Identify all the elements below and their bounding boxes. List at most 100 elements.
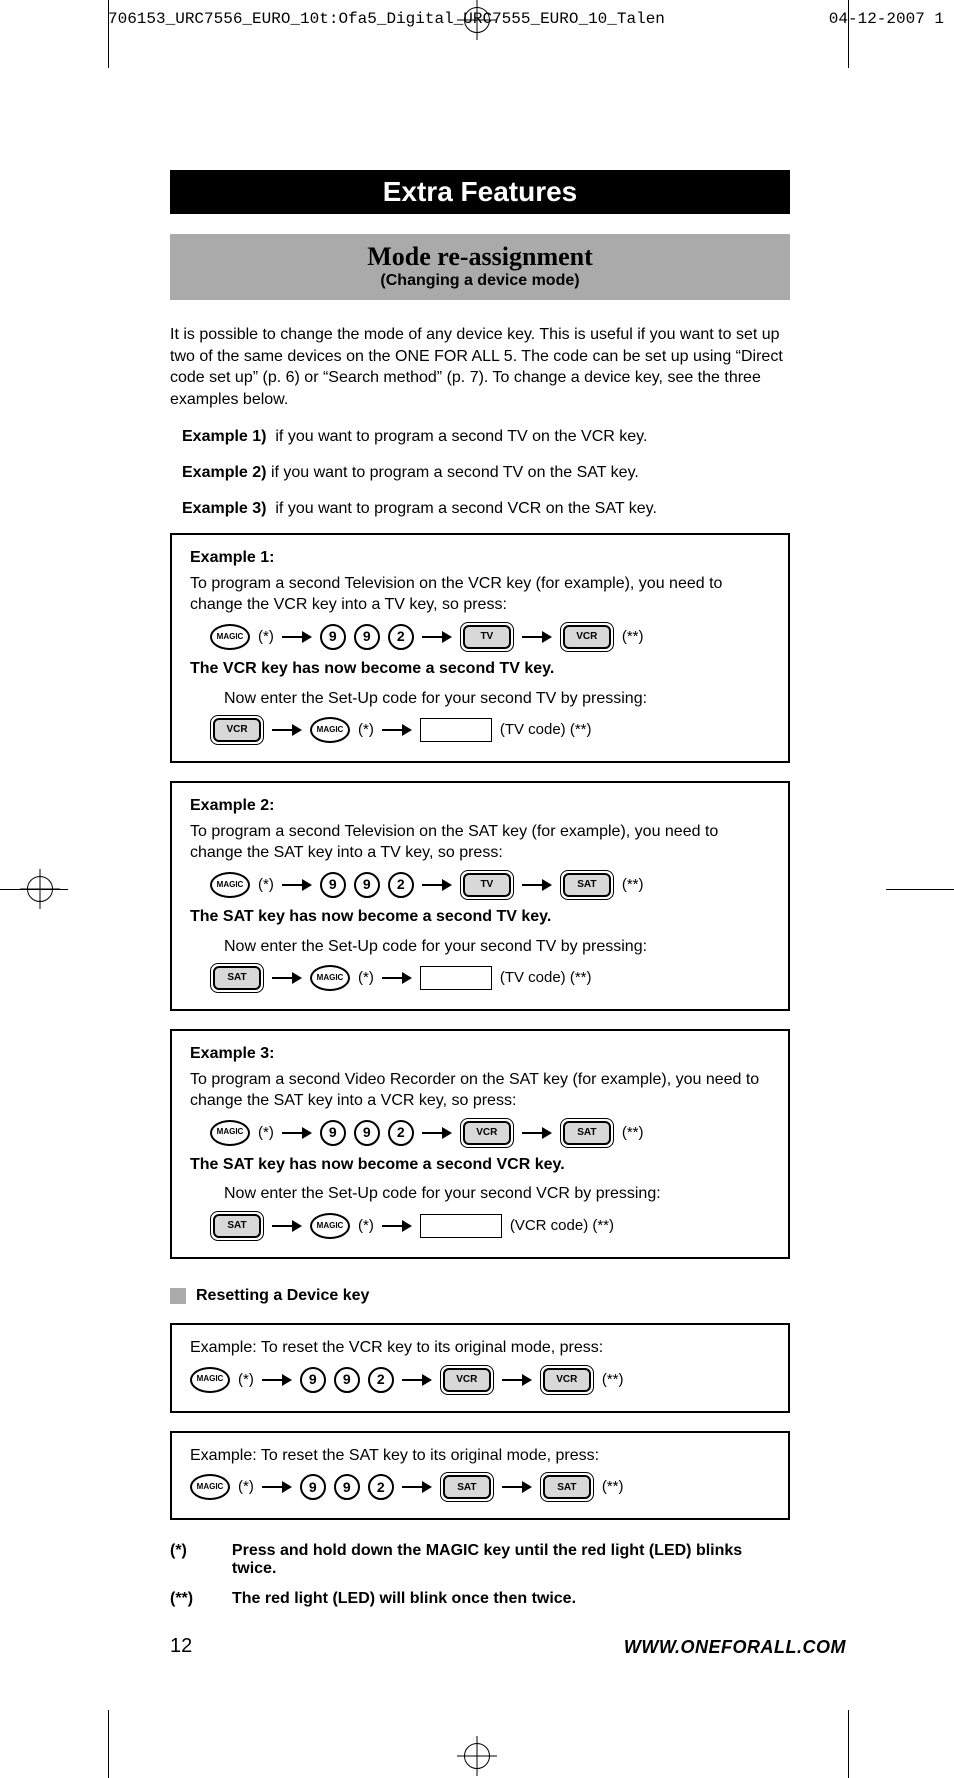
vcr-key-icon: VCR <box>460 1118 514 1148</box>
vcr-key-icon: VCR <box>440 1365 494 1395</box>
example-1-seq-2: VCR (*) (TV code) (**) <box>190 715 770 745</box>
example-2-title: Example 2: <box>190 795 770 817</box>
digit-9-key: 9 <box>334 1474 360 1500</box>
example-3-box: Example 3: To program a second Video Rec… <box>170 1029 790 1259</box>
example-1-result: The VCR key has now become a second TV k… <box>190 658 770 680</box>
digit-9-key: 9 <box>320 1120 346 1146</box>
digit-9-key: 9 <box>354 624 380 650</box>
footnote-double-star: (**) The red light (LED) will blink once… <box>170 1590 790 1608</box>
magic-key-icon <box>210 872 250 898</box>
footnote-text: The red light (LED) will blink once then… <box>232 1590 576 1608</box>
tv-key-icon: TV <box>460 622 514 652</box>
code-label: (TV code) (**) <box>500 968 592 988</box>
sat-key-icon: SAT <box>560 1118 614 1148</box>
magic-key-icon <box>210 624 250 650</box>
sat-key-icon: SAT <box>440 1472 494 1502</box>
arrow-icon <box>502 1374 532 1386</box>
star-note: (*) <box>258 1123 274 1143</box>
star-note: (*) <box>358 968 374 988</box>
example-1-line: Example 1) if you want to program a seco… <box>170 426 790 448</box>
example-1-title: Example 1: <box>190 547 770 569</box>
sat-key-icon: SAT <box>210 1211 264 1241</box>
square-bullet-icon <box>170 1288 186 1304</box>
double-star-note: (**) <box>622 627 644 647</box>
arrow-icon <box>402 1374 432 1386</box>
digit-9-key: 9 <box>320 872 346 898</box>
arrow-icon <box>282 879 312 891</box>
example-3-title: Example 3: <box>190 1043 770 1065</box>
magic-key-icon <box>310 965 350 991</box>
double-star-note: (**) <box>622 1123 644 1143</box>
runner-left: 706153_URC7556_EURO_10t:Ofa5_Digital_URC… <box>108 10 665 28</box>
arrow-icon <box>522 1127 552 1139</box>
arrow-icon <box>282 631 312 643</box>
registration-target <box>27 876 53 902</box>
vcr-key-icon: VCR <box>210 715 264 745</box>
star-note: (*) <box>238 1477 254 1497</box>
double-star-note: (**) <box>602 1370 624 1390</box>
reset-vcr-box: Example: To reset the VCR key to its ori… <box>170 1323 790 1413</box>
example-3-seq-1: (*) 9 9 2 VCR SAT (**) <box>190 1118 770 1148</box>
example-1-box: Example 1: To program a second Televisio… <box>170 533 790 763</box>
arrow-icon <box>422 1127 452 1139</box>
digit-2-key: 2 <box>388 872 414 898</box>
example-3-seq-2: SAT (*) (VCR code) (**) <box>190 1211 770 1241</box>
double-star-note: (**) <box>602 1477 624 1497</box>
star-note: (*) <box>358 720 374 740</box>
arrow-icon <box>272 972 302 984</box>
intro-paragraph: It is possible to change the mode of any… <box>170 324 790 410</box>
example-3-line: Example 3) if you want to program a seco… <box>170 498 790 520</box>
reset-heading-text: Resetting a Device key <box>196 1287 369 1305</box>
arrow-icon <box>272 724 302 736</box>
page-number: 12 <box>170 1635 192 1658</box>
digit-9-key: 9 <box>354 872 380 898</box>
reset-sat-box: Example: To reset the SAT key to its ori… <box>170 1431 790 1521</box>
code-label: (VCR code) (**) <box>510 1216 614 1236</box>
example-2-line: Example 2) if you want to program a seco… <box>170 462 790 484</box>
reset-sat-text: Example: To reset the SAT key to its ori… <box>190 1445 770 1467</box>
digit-9-key: 9 <box>300 1474 326 1500</box>
example-3-result: The SAT key has now become a second VCR … <box>190 1154 770 1176</box>
arrow-icon <box>382 724 412 736</box>
reset-vcr-text: Example: To reset the VCR key to its ori… <box>190 1337 770 1359</box>
reset-heading: Resetting a Device key <box>170 1287 790 1305</box>
digit-9-key: 9 <box>334 1367 360 1393</box>
section-subtitle: (Changing a device mode) <box>170 272 790 290</box>
example-1-desc: To program a second Television on the VC… <box>190 573 770 616</box>
magic-key-icon <box>190 1367 230 1393</box>
magic-key-icon <box>310 1213 350 1239</box>
example-1-sub: Now enter the Set-Up code for your secon… <box>224 688 770 710</box>
example-2-result: The SAT key has now become a second TV k… <box>190 906 770 928</box>
example-1-seq-1: (*) 9 9 2 TV VCR (**) <box>190 622 770 652</box>
section-title-bar: Mode re-assignment (Changing a device mo… <box>170 234 790 300</box>
sat-key-icon: SAT <box>210 963 264 993</box>
arrow-icon <box>272 1220 302 1232</box>
footnote-key: (*) <box>170 1542 214 1578</box>
example-3-sub: Now enter the Set-Up code for your secon… <box>224 1183 770 1205</box>
star-note: (*) <box>258 875 274 895</box>
registration-target <box>464 1743 490 1769</box>
digit-2-key: 2 <box>388 1120 414 1146</box>
arrow-icon <box>422 879 452 891</box>
digit-9-key: 9 <box>300 1367 326 1393</box>
magic-key-icon <box>190 1474 230 1500</box>
code-placeholder <box>420 966 492 990</box>
crop-mark <box>848 1710 849 1778</box>
vcr-key-icon: VCR <box>540 1365 594 1395</box>
reset-sat-seq: (*) 9 9 2 SAT SAT (**) <box>190 1472 770 1502</box>
crop-mark <box>108 1710 109 1778</box>
digit-2-key: 2 <box>388 624 414 650</box>
section-title: Mode re-assignment <box>170 242 790 272</box>
sat-key-icon: SAT <box>540 1472 594 1502</box>
star-note: (*) <box>358 1216 374 1236</box>
example-3-desc: To program a second Video Recorder on th… <box>190 1069 770 1112</box>
website-url: WWW.ONEFORALL.COM <box>624 1637 846 1658</box>
vcr-key-icon: VCR <box>560 622 614 652</box>
arrow-icon <box>262 1481 292 1493</box>
crop-mark <box>886 889 954 890</box>
footnote-key: (**) <box>170 1590 214 1608</box>
example-2-seq-2: SAT (*) (TV code) (**) <box>190 963 770 993</box>
arrow-icon <box>402 1481 432 1493</box>
arrow-icon <box>522 631 552 643</box>
star-note: (*) <box>238 1370 254 1390</box>
